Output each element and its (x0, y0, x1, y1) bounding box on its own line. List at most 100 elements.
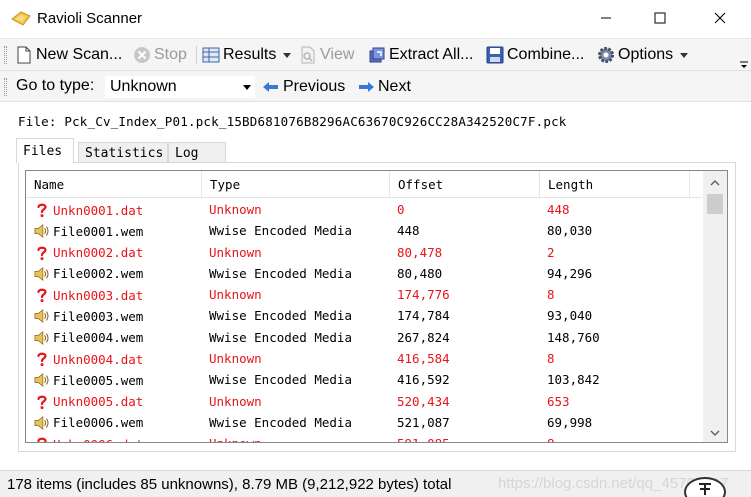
scrollbar-thumb[interactable] (707, 194, 723, 214)
table-row[interactable]: Unkn0001.dat Unknown 0 448 (26, 200, 702, 221)
cell-type: Unknown (209, 244, 262, 260)
cell-length: 69,998 (547, 414, 593, 430)
table-icon (202, 46, 220, 64)
cell-name: File0001.wem (34, 223, 143, 239)
cell-type: Wwise Encoded Media (209, 265, 352, 281)
speaker-icon (34, 372, 50, 388)
table-row[interactable]: Unkn0003.dat Unknown 174,776 8 (26, 285, 702, 306)
chevron-down-icon (710, 424, 720, 441)
cell-length: 94,296 (547, 265, 593, 281)
cell-name: Unkn0004.dat (34, 351, 143, 367)
chevron-down-icon (680, 52, 689, 58)
tab-statistics[interactable]: Statistics (78, 142, 168, 163)
status-bar: 178 items (includes 85 unknowns), 8.79 M… (0, 470, 751, 497)
table-row[interactable]: File0004.wem Wwise Encoded Media 267,824 14… (26, 328, 702, 349)
column-header-type[interactable]: Type (202, 171, 390, 198)
goto-type-select[interactable]: Unknown (104, 75, 256, 99)
gear-icon (597, 46, 615, 64)
cell-offset: 521,087 (397, 414, 450, 430)
goto-type-label: Go to type: (16, 77, 95, 94)
cell-type: Unknown (209, 393, 262, 409)
column-header-name[interactable]: Name (26, 171, 202, 198)
files-list[interactable]: Name Type Offset Length Unkn0001.dat Unkn… (25, 170, 728, 443)
cell-name: Unkn0003.dat (34, 287, 143, 303)
status-text: 178 items (includes 85 unknowns), 8.79 M… (7, 476, 452, 493)
tab-log[interactable]: Log (168, 142, 226, 163)
vertical-scrollbar[interactable] (703, 171, 727, 442)
cell-name: Unkn0006.dat (34, 436, 143, 442)
cell-length: 93,040 (547, 308, 593, 324)
column-header-length[interactable]: Length (540, 171, 690, 198)
extract-icon (368, 46, 386, 64)
cell-length: 103,842 (547, 372, 600, 388)
options-dropdown-button[interactable]: Options (597, 44, 689, 66)
cell-type: Wwise Encoded Media (209, 372, 352, 388)
close-button[interactable] (697, 0, 743, 38)
cell-name: File0005.wem (34, 372, 143, 388)
previous-button[interactable]: Previous (262, 76, 345, 98)
column-header-offset[interactable]: Offset (390, 171, 540, 198)
cell-type: Unknown (209, 202, 262, 217)
new-scan-button[interactable]: New Scan... (15, 44, 122, 66)
file-path-label: File: Pck_Cv_Index_P01.pck_15BD681076B82… (18, 114, 567, 129)
cell-length: 2 (547, 244, 555, 260)
cell-offset: 520,434 (397, 393, 450, 409)
save-disk-icon (486, 46, 504, 64)
cell-name: File0003.wem (34, 308, 143, 324)
title-bar: Ravioli Scanner (0, 0, 751, 38)
table-row[interactable]: Unkn0006.dat Unknown 591,085 8 (26, 434, 702, 442)
cell-offset: 267,824 (397, 329, 450, 345)
cell-length: 80,030 (547, 223, 593, 239)
maximize-button[interactable] (637, 0, 683, 38)
cell-length: 8 (547, 287, 555, 303)
table-row[interactable]: Unkn0004.dat Unknown 416,584 8 (26, 349, 702, 370)
cell-name: File0002.wem (34, 266, 143, 282)
view-button[interactable]: View (299, 44, 354, 66)
combine-button[interactable]: Combine... (486, 44, 584, 66)
cell-name: Unkn0001.dat (34, 202, 143, 218)
speaker-icon (34, 266, 50, 282)
minimize-icon (600, 11, 612, 28)
cell-type: Wwise Encoded Media (209, 308, 352, 324)
cell-name: File0006.wem (34, 415, 143, 431)
new-document-icon (15, 46, 33, 64)
results-dropdown-button[interactable]: Results (202, 44, 292, 66)
maximize-icon (654, 11, 666, 28)
chevron-up-icon (710, 173, 720, 190)
chevron-down-icon (243, 85, 251, 90)
speaker-icon (34, 223, 50, 239)
tab-files[interactable]: Files (16, 138, 74, 163)
extract-all-button[interactable]: Extract All... (368, 44, 473, 66)
cell-length: 653 (547, 393, 570, 409)
table-row[interactable]: File0003.wem Wwise Encoded Media 174,784 93… (26, 306, 702, 327)
cell-name: Unkn0002.dat (34, 245, 143, 261)
table-row[interactable]: File0005.wem Wwise Encoded Media 416,592 10… (26, 370, 702, 391)
view-file-icon (299, 46, 317, 64)
cell-type: Wwise Encoded Media (209, 329, 352, 345)
toolbar-grip[interactable] (4, 78, 7, 96)
list-header: Name Type Offset Length (26, 171, 702, 198)
toolbar-overflow-button[interactable] (739, 57, 749, 68)
minimize-button[interactable] (583, 0, 629, 38)
cell-name: File0004.wem (34, 330, 143, 346)
scroll-up-button[interactable] (703, 171, 727, 191)
table-row[interactable]: File0006.wem Wwise Encoded Media 521,087 69… (26, 413, 702, 434)
arrow-left-icon (262, 78, 280, 96)
scroll-down-button[interactable] (703, 422, 727, 442)
cell-type: Unknown (209, 351, 262, 367)
stop-button[interactable]: Stop (133, 44, 187, 66)
next-button[interactable]: Next (357, 76, 411, 98)
cell-offset: 416,592 (397, 372, 450, 388)
table-row[interactable]: File0001.wem Wwise Encoded Media 448 80,030 (26, 221, 702, 242)
cell-offset: 80,480 (397, 265, 443, 281)
cell-type: Wwise Encoded Media (209, 414, 352, 430)
cell-length: 148,760 (547, 329, 600, 345)
cell-type: Unknown (209, 287, 262, 303)
toolbar-grip[interactable] (4, 46, 7, 64)
cell-offset: 80,478 (397, 244, 443, 260)
table-row[interactable]: Unkn0002.dat Unknown 80,478 2 (26, 243, 702, 264)
cell-offset: 416,584 (397, 351, 450, 367)
table-row[interactable]: Unkn0005.dat Unknown 520,434 653 (26, 392, 702, 413)
table-row[interactable]: File0002.wem Wwise Encoded Media 80,480 94,… (26, 264, 702, 285)
cell-offset: 174,776 (397, 287, 450, 303)
